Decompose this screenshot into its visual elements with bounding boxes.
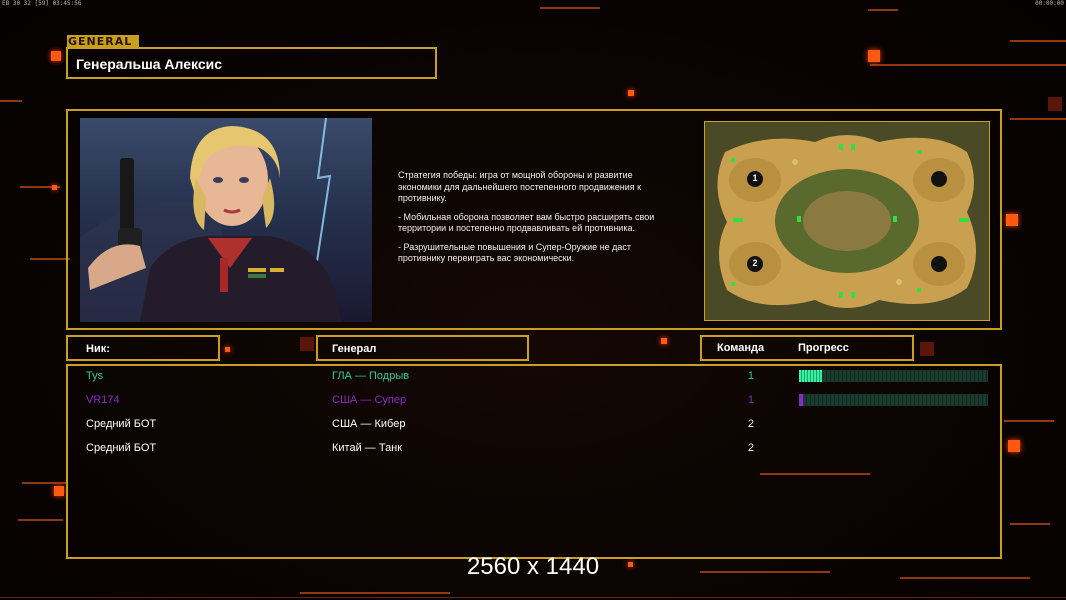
- start-position-1: 1: [752, 173, 758, 183]
- map-illustration: [705, 122, 989, 320]
- hud-stats: ЕВ 30 32 [59] 03:45:56: [2, 0, 82, 7]
- general-portrait: [80, 118, 372, 322]
- column-header-progress-label: Прогресс: [798, 342, 849, 354]
- player-general: ГЛА — Подрыв: [332, 370, 410, 382]
- player-nick: VR174: [86, 394, 120, 406]
- strategy-line: Стратегия победы: игра от мощной обороны…: [398, 170, 642, 203]
- column-header-nick: Ник:: [66, 335, 220, 361]
- player-general: США — Супер: [332, 394, 407, 406]
- player-team: 1: [747, 370, 754, 382]
- player-team: 2: [747, 442, 754, 454]
- player-row[interactable]: Средний БОТ Китай — Танк 2: [68, 440, 1004, 462]
- column-header-general-label: Генерал: [332, 343, 377, 355]
- player-general: США — Кибер: [332, 418, 406, 430]
- column-header-team-progress: Команда Прогресс: [700, 335, 914, 361]
- player-nick: Tys: [86, 370, 104, 382]
- strategy-line: - Разрушительные повышения и Супер-Оружи…: [398, 241, 632, 264]
- loading-progress-bar: [799, 370, 988, 382]
- player-nick: Средний БОТ: [86, 418, 157, 430]
- portrait-illustration: [80, 118, 342, 322]
- loading-progress-fill: [799, 370, 822, 382]
- map-preview[interactable]: 1 2: [704, 121, 990, 321]
- general-info-panel: Стратегия победы: игра от мощной обороны…: [66, 109, 1002, 330]
- player-row[interactable]: Tys ГЛА — Подрыв 1: [68, 368, 1004, 390]
- general-name: Генеральша Алексис: [76, 56, 223, 72]
- player-team: 1: [747, 394, 754, 406]
- hud-clock: 00:00:00: [1035, 0, 1064, 7]
- player-row[interactable]: VR174 США — Супер 1: [68, 392, 1004, 414]
- strategy-description: Стратегия победы: игра от мощной обороны…: [398, 170, 694, 272]
- general-name-box: Генеральша Алексис: [66, 47, 437, 79]
- resolution-label: 2560 x 1440: [466, 553, 600, 580]
- strategy-line: - Мобильная оборона позволяет вам быстро…: [398, 211, 655, 234]
- loading-progress-fill: [799, 394, 803, 406]
- column-header-general: Генерал: [316, 335, 529, 361]
- column-header-nick-label: Ник:: [86, 343, 110, 355]
- loading-progress-bar: [799, 394, 988, 406]
- player-team: 2: [747, 418, 754, 430]
- column-header-team-label: Команда: [717, 342, 765, 354]
- player-row[interactable]: Средний БОТ США — Кибер 2: [68, 416, 1004, 438]
- start-position-2: 2: [752, 258, 758, 268]
- players-panel: Tys ГЛА — Подрыв 1 VR174 США — Супер 1 Средний…: [66, 364, 1002, 559]
- player-general: Китай — Танк: [332, 442, 403, 454]
- player-nick: Средний БОТ: [86, 442, 157, 454]
